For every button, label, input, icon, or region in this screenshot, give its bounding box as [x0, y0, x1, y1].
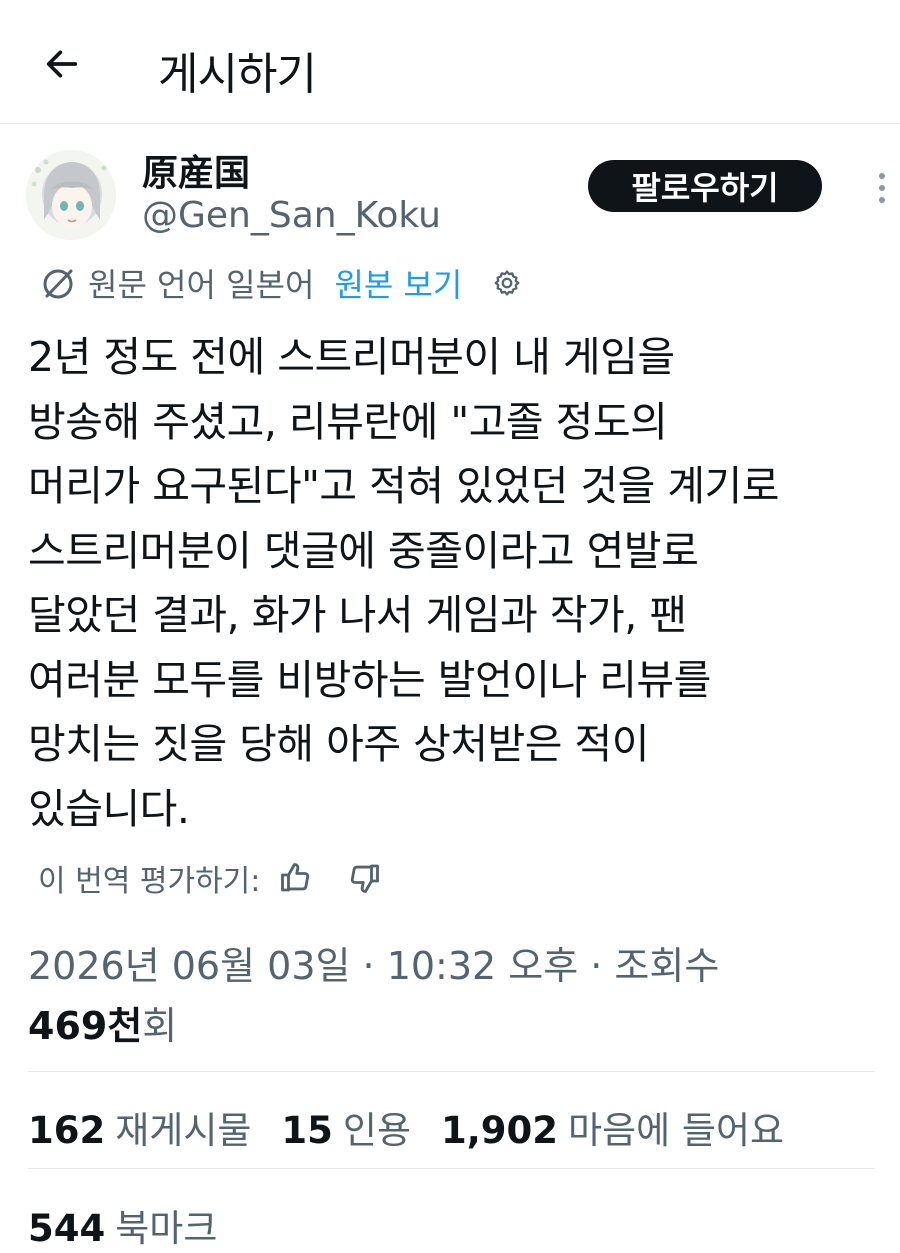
more-options-button[interactable] [868, 166, 896, 210]
likes-stat[interactable]: 1,902 마음에 들어요 [441, 1100, 784, 1154]
more-dot-icon [879, 197, 885, 203]
translation-info: 원문 언어 일본어 [88, 266, 315, 304]
author-handle[interactable]: @Gen_San_Koku [142, 195, 441, 236]
more-dot-icon [879, 185, 885, 191]
back-button[interactable] [38, 40, 86, 88]
translate-icon [43, 269, 73, 299]
bookmarks-label: 북마크 [115, 1207, 218, 1250]
reposts-stat[interactable]: 162 재게시물 [28, 1100, 251, 1154]
view-count-number: 469천 [28, 1004, 143, 1048]
top-bar: 게시하기 [0, 0, 900, 124]
arrow-left-icon [46, 50, 78, 78]
divider [28, 1168, 874, 1169]
view-original-link[interactable]: 원본 보기 [334, 260, 462, 306]
translation-bar: 원문 언어 일본어 원본 보기 [38, 260, 522, 306]
quotes-count: 15 [281, 1109, 333, 1152]
more-dot-icon [879, 173, 885, 179]
thumbs-up-icon[interactable] [278, 860, 314, 896]
bookmarks-count: 544 [28, 1207, 106, 1250]
page-title: 게시하기 [158, 49, 317, 100]
post-text-line: 망치는 짓을 당해 아주 상처받은 적이 [28, 720, 649, 768]
quotes-label: 인용 [342, 1109, 411, 1152]
rate-translation-label: 이 번역 평가하기: [38, 864, 261, 899]
thumbs-down-icon[interactable] [346, 860, 382, 896]
reposts-label: 재게시물 [115, 1109, 252, 1152]
view-count: 469천회 [28, 995, 177, 1050]
post-text-line: 방송해 주셨고, 리뷰란에 "고졸 정도의 [28, 397, 668, 446]
divider [28, 1071, 874, 1072]
post-text: 2년 정도 전에 스트리머분이 내 게임을 방송해 주셨고, 리뷰란에 "고졸 … [28, 325, 878, 841]
likes-label: 마음에 들어요 [568, 1109, 785, 1152]
gear-icon[interactable] [492, 268, 522, 298]
engagement-stats: 162 재게시물 15 인용 1,902 마음에 들어요 [28, 1100, 814, 1154]
post-text-line: 달았던 결과, 화가 나서 게임과 작가, 팬 [28, 591, 687, 639]
author-display-name[interactable]: 原産国 [142, 144, 250, 196]
rate-translation: 이 번역 평가하기: [38, 855, 382, 901]
post-text-line: 머리가 요구된다"고 적혀 있었던 것을 계기로 [28, 462, 779, 510]
avatar-image [26, 150, 116, 240]
bookmarks-stat: 544 북마크 [28, 1198, 247, 1252]
post-timestamp: 2026년 06월 03일 · 10:32 오후 · 조회수 [28, 944, 720, 988]
reposts-count: 162 [28, 1109, 106, 1152]
post-text-line: 여러분 모두를 비방하는 발언이나 리뷰를 [28, 655, 711, 704]
post-text-line: 스트리머분이 댓글에 중졸이라고 연발로 [28, 526, 699, 575]
bookmarks-stat-link[interactable]: 544 북마크 [28, 1198, 217, 1252]
avatar[interactable] [26, 150, 116, 240]
follow-button[interactable]: 팔로우하기 [588, 160, 822, 212]
post-text-line: 2년 정도 전에 스트리머분이 내 게임을 [28, 333, 675, 381]
view-count-suffix: 회 [142, 1004, 178, 1048]
quotes-stat[interactable]: 15 인용 [281, 1100, 411, 1154]
post-text-line: 있습니다. [28, 784, 190, 833]
likes-count: 1,902 [441, 1109, 559, 1152]
